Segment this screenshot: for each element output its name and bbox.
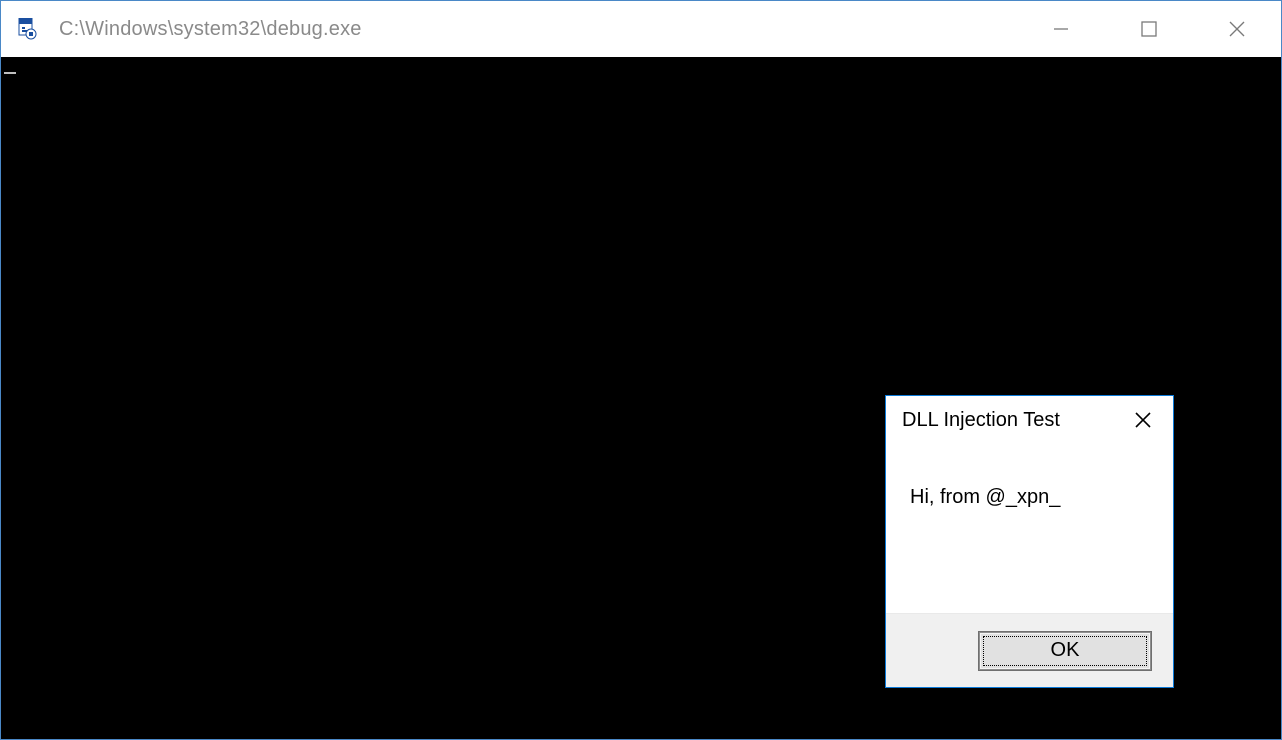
minimize-button[interactable] xyxy=(1017,1,1105,57)
window-controls xyxy=(1017,1,1281,57)
app-icon xyxy=(15,17,39,41)
messagebox-dialog: DLL Injection Test Hi, from @_xpn_ OK xyxy=(885,395,1174,688)
ok-button[interactable]: OK xyxy=(979,632,1151,670)
console-title: C:\Windows\system32\debug.exe xyxy=(59,18,1017,41)
dialog-message: Hi, from @_xpn_ xyxy=(910,486,1060,508)
console-titlebar[interactable]: C:\Windows\system32\debug.exe xyxy=(1,1,1281,57)
dialog-close-button[interactable] xyxy=(1123,400,1163,440)
dialog-content: Hi, from @_xpn_ xyxy=(886,444,1173,613)
dialog-buttonbar: OK xyxy=(886,613,1173,687)
console-cursor xyxy=(4,72,16,74)
close-button[interactable] xyxy=(1193,1,1281,57)
dialog-titlebar[interactable]: DLL Injection Test xyxy=(886,396,1173,444)
dialog-title: DLL Injection Test xyxy=(902,409,1123,432)
maximize-button[interactable] xyxy=(1105,1,1193,57)
